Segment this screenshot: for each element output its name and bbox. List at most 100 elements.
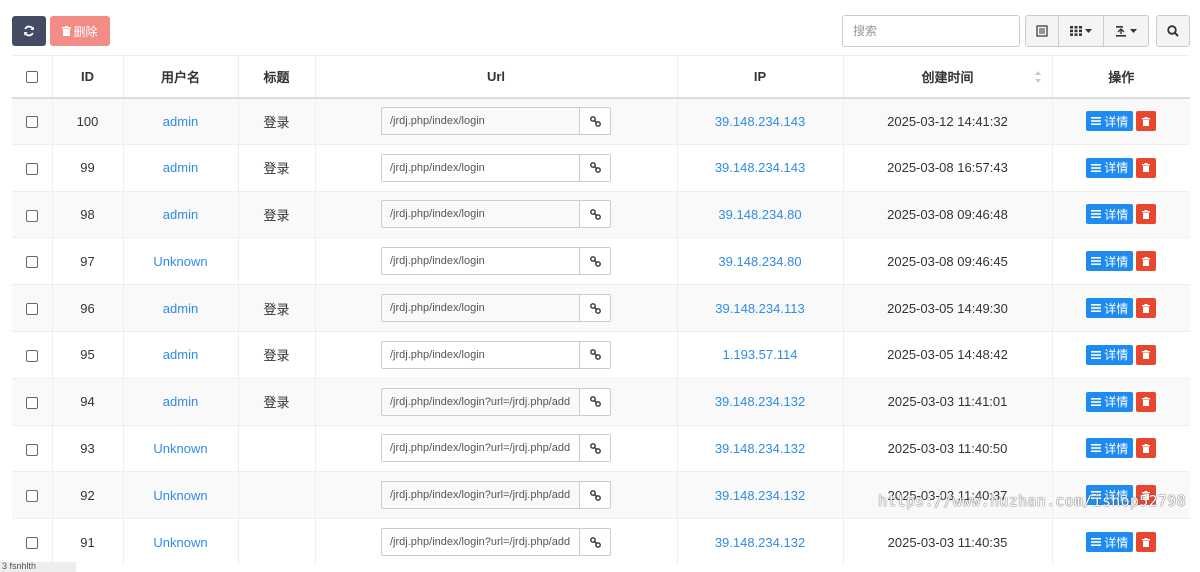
row-delete-button[interactable]: [1136, 485, 1157, 506]
open-url-button[interactable]: [580, 200, 611, 229]
ip-link[interactable]: 39.148.234.132: [677, 471, 844, 519]
url-field[interactable]: /jrdj.php/index/login: [381, 153, 580, 182]
username-link[interactable]: admin: [123, 330, 239, 379]
table-row: 98 admin 登录 /jrdj.php/index/login 39.148…: [12, 190, 1190, 238]
open-url-button[interactable]: [580, 107, 611, 136]
row-delete-button[interactable]: [1136, 344, 1157, 365]
actions-cell: 详情: [1052, 518, 1190, 566]
header-created-time[interactable]: 创建时间: [843, 55, 1053, 99]
header-title[interactable]: 标题: [238, 55, 316, 99]
username-link[interactable]: admin: [123, 377, 239, 426]
ip-link[interactable]: 39.148.234.80: [677, 190, 844, 238]
row-checkbox[interactable]: [25, 490, 38, 503]
title-cell: 登录: [238, 97, 316, 145]
detail-button[interactable]: 详情: [1086, 111, 1134, 132]
detail-button-label: 详情: [1104, 348, 1129, 363]
url-field[interactable]: /jrdj.php/index/login?url=/jrdj.php/add: [381, 481, 580, 510]
row-checkbox[interactable]: [25, 349, 38, 362]
row-checkbox[interactable]: [25, 537, 38, 550]
ip-link[interactable]: 39.148.234.113: [677, 284, 844, 332]
row-checkbox[interactable]: [25, 443, 38, 456]
row-delete-button[interactable]: [1136, 438, 1157, 459]
username-link[interactable]: Unknown: [123, 518, 239, 566]
list-icon: [1091, 350, 1102, 359]
row-delete-button[interactable]: [1136, 157, 1157, 178]
ip-link[interactable]: 39.148.234.132: [677, 518, 844, 566]
open-url-button[interactable]: [580, 528, 611, 557]
detail-button[interactable]: 详情: [1086, 251, 1134, 272]
open-url-button[interactable]: [580, 247, 611, 276]
detail-button[interactable]: 详情: [1086, 298, 1134, 319]
detail-button[interactable]: 详情: [1086, 485, 1134, 506]
username-link[interactable]: Unknown: [123, 471, 239, 519]
url-cell: /jrdj.php/index/login: [315, 97, 678, 145]
detail-button[interactable]: 详情: [1086, 344, 1134, 365]
detail-button[interactable]: 详情: [1086, 438, 1134, 459]
delete-button[interactable]: 删除: [50, 16, 110, 46]
search-input[interactable]: [842, 15, 1020, 47]
row-checkbox[interactable]: [25, 256, 38, 269]
url-field[interactable]: /jrdj.php/index/login: [381, 200, 580, 229]
select-all-checkbox[interactable]: [25, 71, 38, 84]
url-field[interactable]: /jrdj.php/index/login?url=/jrdj.php/add: [381, 528, 580, 557]
row-checkbox[interactable]: [25, 303, 38, 316]
ip-link[interactable]: 39.148.234.143: [677, 143, 844, 192]
list-icon: [1091, 163, 1102, 172]
username-link[interactable]: Unknown: [123, 237, 239, 285]
sort-icon[interactable]: [1034, 70, 1042, 84]
toggle-view-button[interactable]: [1025, 15, 1059, 47]
url-cell: /jrdj.php/index/login: [315, 284, 678, 332]
row-checkbox[interactable]: [25, 209, 38, 222]
row-checkbox[interactable]: [25, 116, 38, 129]
row-delete-button[interactable]: [1136, 251, 1157, 272]
username-link[interactable]: admin: [123, 143, 239, 192]
detail-button[interactable]: 详情: [1086, 157, 1134, 178]
row-delete-button[interactable]: [1136, 298, 1157, 319]
row-delete-button[interactable]: [1136, 111, 1157, 132]
row-checkbox[interactable]: [25, 396, 38, 409]
ip-link[interactable]: 39.148.234.132: [677, 377, 844, 426]
row-select-cell: [12, 284, 53, 332]
username-link[interactable]: admin: [123, 284, 239, 332]
trash-icon: [1142, 209, 1151, 219]
url-field[interactable]: /jrdj.php/index/login?url=/jrdj.php/add: [381, 387, 580, 416]
open-url-button[interactable]: [580, 481, 611, 510]
row-delete-button[interactable]: [1136, 391, 1157, 412]
ip-link[interactable]: 39.148.234.143: [677, 97, 844, 145]
row-delete-button[interactable]: [1136, 204, 1157, 225]
columns-dropdown-button[interactable]: [1058, 15, 1104, 47]
ip-link[interactable]: 39.148.234.132: [677, 424, 844, 472]
open-url-button[interactable]: [580, 153, 611, 182]
url-input-group: /jrdj.php/index/login?url=/jrdj.php/add: [381, 481, 611, 510]
ip-link[interactable]: 39.148.234.80: [677, 237, 844, 285]
username-link[interactable]: Unknown: [123, 424, 239, 472]
ip-link[interactable]: 1.193.57.114: [677, 330, 844, 379]
export-dropdown-button[interactable]: [1103, 15, 1149, 47]
open-url-button[interactable]: [580, 387, 611, 416]
detail-button[interactable]: 详情: [1086, 204, 1134, 225]
open-url-button[interactable]: [580, 294, 611, 323]
header-username[interactable]: 用户名: [123, 55, 239, 99]
username-link[interactable]: admin: [123, 97, 239, 145]
detail-button[interactable]: 详情: [1086, 532, 1134, 553]
url-field[interactable]: /jrdj.php/index/login: [381, 340, 580, 369]
open-url-button[interactable]: [580, 434, 611, 463]
detail-button[interactable]: 详情: [1086, 391, 1134, 412]
header-url[interactable]: Url: [315, 55, 678, 99]
header-id[interactable]: ID: [52, 55, 124, 99]
url-field[interactable]: /jrdj.php/index/login: [381, 247, 580, 276]
url-field[interactable]: /jrdj.php/index/login: [381, 107, 580, 136]
row-delete-button[interactable]: [1136, 532, 1157, 553]
trash-icon: [1142, 256, 1151, 266]
username-link[interactable]: admin: [123, 190, 239, 238]
url-field[interactable]: /jrdj.php/index/login: [381, 294, 580, 323]
header-ip[interactable]: IP: [677, 55, 844, 99]
open-url-button[interactable]: [580, 340, 611, 369]
search-button[interactable]: [1156, 15, 1190, 47]
url-field[interactable]: /jrdj.php/index/login?url=/jrdj.php/add: [381, 434, 580, 463]
actions-cell: 详情: [1052, 143, 1190, 192]
id-cell: 92: [52, 471, 124, 519]
row-checkbox[interactable]: [25, 162, 38, 175]
url-input-group: /jrdj.php/index/login: [381, 200, 611, 229]
refresh-button[interactable]: [12, 16, 46, 46]
